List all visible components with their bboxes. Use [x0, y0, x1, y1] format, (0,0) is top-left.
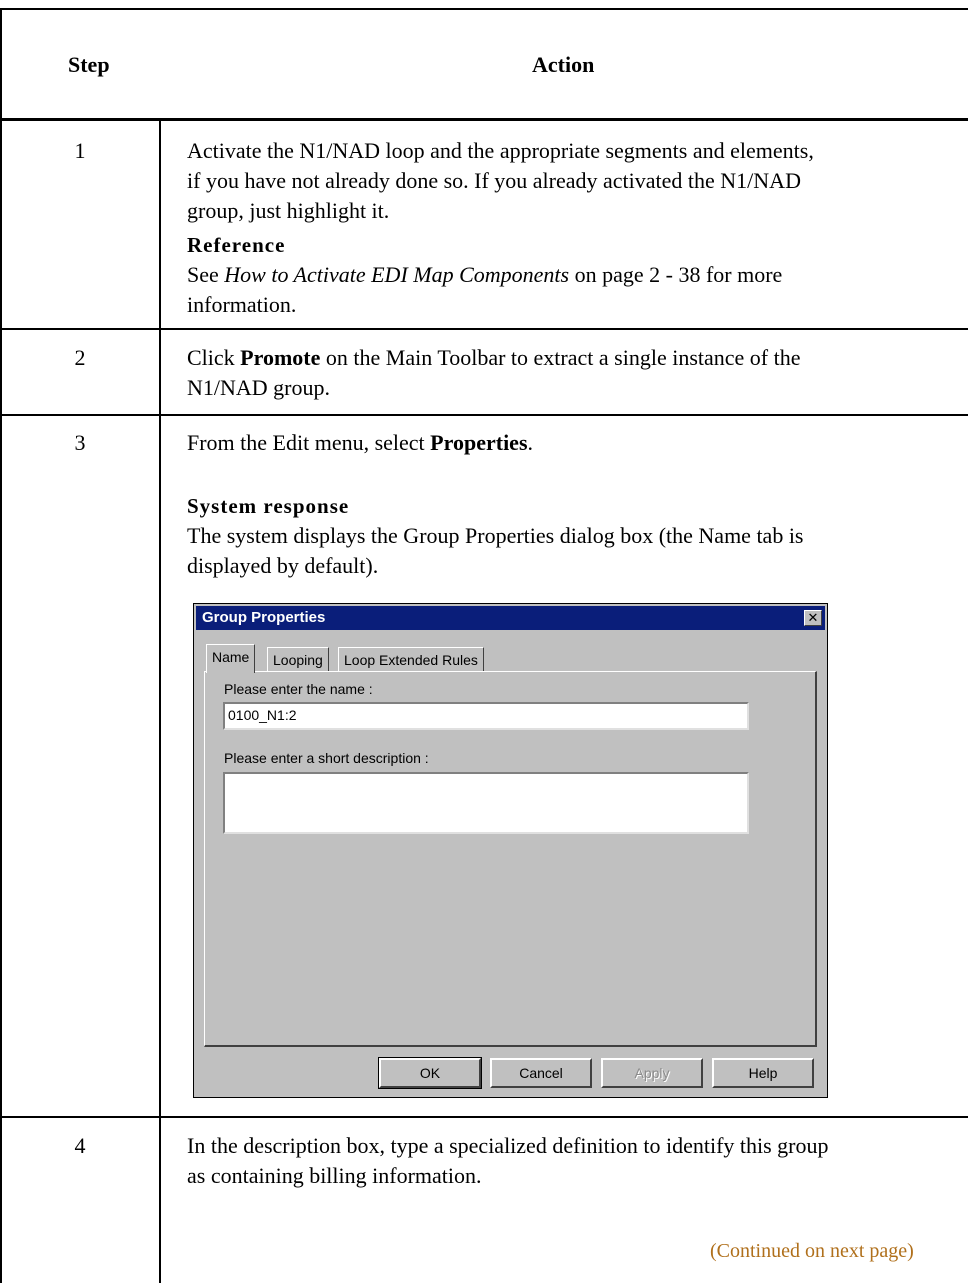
tab-name[interactable]: Name — [206, 644, 256, 673]
dialog-title: Group Properties — [202, 609, 326, 626]
text-post: . — [527, 430, 534, 455]
table-left-border — [0, 8, 2, 1283]
step-number: 2 — [74, 345, 86, 370]
table-row-rule — [0, 414, 968, 416]
reference-line-2: information. — [187, 292, 297, 317]
table-header-rule — [0, 118, 968, 121]
help-button[interactable]: Help — [712, 1058, 814, 1088]
table-row-rule — [0, 328, 968, 330]
dialog-title-bar: Group Properties ✕ — [196, 606, 825, 630]
step-4-text: In the description box, type a specializ… — [187, 1131, 829, 1191]
step-1-text: Activate the N1/NAD loop and the appropr… — [187, 136, 814, 226]
text-line: if you have not already done so. If you … — [187, 168, 801, 193]
name-input[interactable]: 0100_N1:2 — [223, 702, 749, 730]
text-line: In the description box, type a specializ… — [187, 1133, 829, 1158]
system-response-block: System response The system displays the … — [187, 491, 804, 581]
step-2-text: Click Promote on the Main Toolbar to ext… — [187, 343, 801, 403]
reference-block: Reference See How to Activate EDI Map Co… — [187, 230, 782, 320]
description-label: Please enter a short description : — [224, 750, 429, 766]
reference-heading: Reference — [187, 233, 286, 257]
ok-button[interactable]: OK — [378, 1057, 482, 1089]
text-pre: Click — [187, 345, 241, 370]
tab-panel: Please enter the name : 0100_N1:2 Please… — [204, 671, 817, 1047]
reference-post: on page 2 - 38 for more — [569, 262, 783, 287]
tab-looping[interactable]: Looping — [267, 647, 329, 672]
header-step: Step — [68, 52, 110, 77]
step-number: 1 — [74, 138, 86, 163]
reference-link-text: How to Activate EDI Map Components — [224, 262, 570, 287]
text-line: as containing billing information. — [187, 1163, 482, 1188]
tab-loop-extended-rules[interactable]: Loop Extended Rules — [338, 647, 484, 672]
cancel-button[interactable]: Cancel — [490, 1058, 592, 1088]
step-number: 3 — [74, 430, 86, 455]
step-3-text: From the Edit menu, select Properties. — [187, 428, 533, 458]
apply-button[interactable]: Apply — [601, 1058, 703, 1088]
step-number: 4 — [74, 1133, 86, 1158]
table-row-rule — [0, 1116, 968, 1118]
reference-pre: See — [187, 262, 225, 287]
reference-line: See How to Activate EDI Map Components o… — [187, 260, 782, 290]
text-line: Click Promote on the Main Toolbar to ext… — [187, 343, 801, 373]
promote-label: Promote — [240, 345, 321, 370]
text-post: on the Main Toolbar to extract a single … — [320, 345, 801, 370]
text-line: displayed by default). — [187, 553, 379, 578]
text-line: N1/NAD group. — [187, 375, 330, 400]
continued-note: (Continued on next page) — [710, 1240, 914, 1262]
header-action: Action — [532, 52, 595, 77]
text-line: Activate the N1/NAD loop and the appropr… — [187, 138, 814, 163]
text-pre: From the Edit menu, select — [187, 430, 431, 455]
group-properties-dialog: Group Properties ✕ Name Looping Loop Ext… — [193, 603, 828, 1098]
properties-label: Properties — [430, 430, 528, 455]
close-icon[interactable]: ✕ — [804, 610, 822, 626]
system-response-heading: System response — [187, 494, 350, 518]
name-label: Please enter the name : — [224, 681, 373, 697]
table-top-border — [0, 8, 968, 10]
text-line: The system displays the Group Properties… — [187, 523, 804, 548]
text-line: group, just highlight it. — [187, 198, 390, 223]
text-line: From the Edit menu, select Properties. — [187, 428, 533, 458]
description-input[interactable] — [223, 772, 749, 834]
